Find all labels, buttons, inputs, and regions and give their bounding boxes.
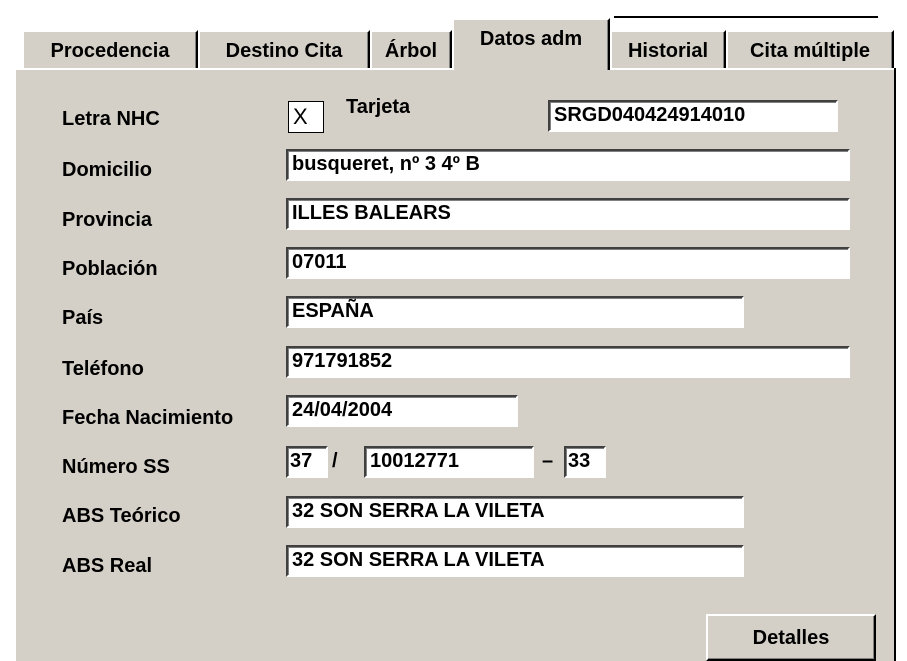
poblacion-label: Población [62, 258, 158, 280]
tab-destino-cita[interactable]: Destino Cita [198, 30, 370, 70]
pais-field[interactable]: ESPAÑA [286, 296, 744, 328]
numero-ss-part3-field[interactable]: 33 [564, 446, 606, 478]
numero-ss-part1-field[interactable]: 37 [286, 446, 328, 478]
abs-teorico-field[interactable]: 32 SON SERRA LA VILETA [286, 496, 744, 528]
numero-ss-label: Número SS [62, 456, 170, 478]
poblacion-field[interactable]: 07011 [286, 247, 850, 279]
domicilio-label: Domicilio [62, 159, 153, 181]
provincia-field[interactable]: ILLES BALEARS [286, 198, 850, 230]
tab-strip: Procedencia Destino Cita Árbol Datos adm… [0, 0, 907, 70]
tab-historial[interactable]: Historial [610, 30, 726, 70]
abs-real-field[interactable]: 32 SON SERRA LA VILETA [286, 545, 744, 577]
numero-ss-separator-dash: – [542, 450, 554, 472]
tarjeta-field[interactable]: SRGD040424914010 [548, 100, 838, 132]
abs-teorico-label: ABS Teórico [62, 505, 181, 527]
provincia-label: Provincia [62, 209, 153, 231]
domicilio-field[interactable]: busqueret, nº 3 4º B [286, 149, 850, 181]
numero-ss-separator-slash: / [332, 450, 338, 472]
letra-nhc-field[interactable]: X [288, 101, 324, 133]
telefono-label: Teléfono [62, 358, 144, 380]
fecha-nacimiento-field[interactable]: 24/04/2004 [286, 395, 518, 427]
fecha-nacimiento-label: Fecha Nacimiento [62, 407, 234, 429]
tab-arbol[interactable]: Árbol [370, 30, 452, 70]
detalles-button[interactable]: Detalles [706, 614, 876, 661]
tab-cita-multiple[interactable]: Cita múltiple [726, 30, 894, 70]
tab-datos-adm[interactable]: Datos adm [452, 18, 610, 70]
pais-label: País [62, 307, 104, 329]
abs-real-label: ABS Real [62, 555, 153, 577]
window-edge [0, 0, 14, 661]
letra-nhc-label: Letra NHC [62, 108, 160, 130]
telefono-field[interactable]: 971791852 [286, 346, 850, 378]
tarjeta-label: Tarjeta [346, 96, 411, 118]
numero-ss-part2-field[interactable]: 10012771 [364, 446, 534, 478]
tab-procedencia[interactable]: Procedencia [22, 30, 198, 70]
